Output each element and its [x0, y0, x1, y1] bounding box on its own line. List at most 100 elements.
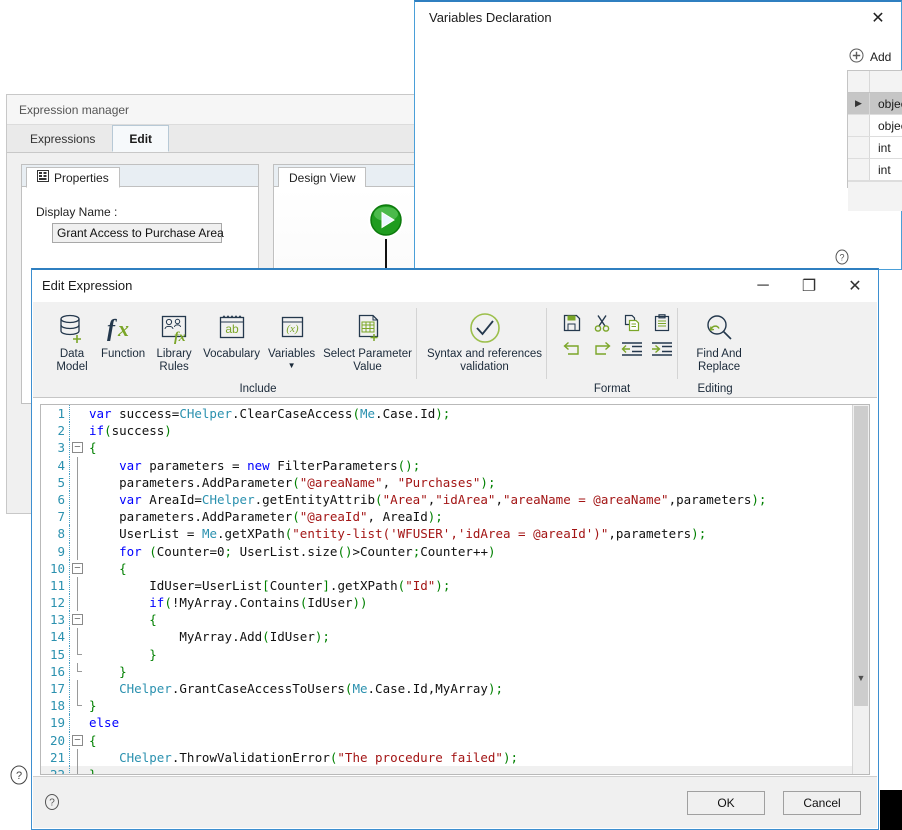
- code-text[interactable]: UserList = Me.getXPath("entity-list('WFU…: [83, 525, 706, 542]
- code-text[interactable]: }: [83, 697, 97, 714]
- code-line[interactable]: 19 else: [41, 714, 852, 732]
- chevron-down-icon[interactable]: ▼: [288, 361, 296, 370]
- code-text[interactable]: CHelper.ThrowValidationError("The proced…: [83, 749, 518, 766]
- table-row[interactable]: int Counter 0: [848, 159, 902, 181]
- code-line[interactable]: 14 MyArray.Add(IdUser);: [41, 628, 852, 646]
- code-text[interactable]: if(!MyArray.Contains(IdUser)): [83, 594, 367, 611]
- cell-type[interactable]: int: [870, 137, 902, 158]
- tab-edit[interactable]: Edit: [112, 125, 170, 152]
- data-model-button[interactable]: Data Model: [47, 308, 97, 374]
- code-line[interactable]: 16 }: [41, 662, 852, 680]
- code-lines[interactable]: 1 var success=CHelper.ClearCaseAccess(Me.…: [41, 405, 852, 774]
- fold-marker[interactable]: –: [69, 559, 83, 577]
- code-text[interactable]: }: [83, 663, 127, 680]
- code-text[interactable]: CHelper.GrantCaseAccessToUsers(Me.Case.I…: [83, 680, 503, 697]
- code-text[interactable]: var AreaId=CHelper.getEntityAttrib("Area…: [83, 491, 766, 508]
- code-line[interactable]: 18}: [41, 697, 852, 715]
- code-line[interactable]: 3–{: [41, 439, 852, 457]
- code-text[interactable]: }: [83, 766, 97, 774]
- table-row[interactable]: ▶ object UserList null: [848, 93, 902, 115]
- display-name-field[interactable]: Grant Access to Purchase Area: [52, 223, 224, 243]
- code-text[interactable]: else: [83, 714, 119, 731]
- code-line[interactable]: 13– {: [41, 611, 852, 629]
- library-rules-button[interactable]: fx Library Rules: [149, 308, 199, 374]
- code-line[interactable]: 17 CHelper.GrantCaseAccessToUsers(Me.Cas…: [41, 680, 852, 698]
- cut-button[interactable]: [593, 314, 611, 337]
- line-number: 18: [49, 698, 65, 714]
- code-text[interactable]: {: [83, 560, 127, 577]
- code-text[interactable]: {: [83, 439, 97, 456]
- fold-marker[interactable]: –: [69, 439, 83, 457]
- code-editor-viewport[interactable]: 1 var success=CHelper.ClearCaseAccess(Me.…: [41, 405, 852, 774]
- code-text[interactable]: }: [83, 646, 157, 663]
- code-line[interactable]: 15 }: [41, 645, 852, 663]
- code-line[interactable]: 4 var parameters = new FilterParameters(…: [41, 456, 852, 474]
- code-text[interactable]: if(success): [83, 422, 172, 439]
- table-row[interactable]: object MyArray new ArrayList(): [848, 115, 902, 137]
- fold-marker[interactable]: –: [69, 731, 83, 749]
- paste-button[interactable]: [653, 313, 671, 337]
- code-line[interactable]: 10– {: [41, 559, 852, 577]
- outdent-button[interactable]: [621, 341, 643, 362]
- code-line[interactable]: 8 UserList = Me.getXPath("entity-list('W…: [41, 525, 852, 543]
- maximize-icon[interactable]: ❐: [786, 270, 832, 302]
- syntax-validation-button[interactable]: Syntax and references validation: [423, 308, 546, 374]
- variables-help-icon[interactable]: ?: [834, 249, 850, 270]
- code-text[interactable]: {: [83, 732, 97, 749]
- copy-button[interactable]: [623, 314, 641, 337]
- code-text[interactable]: parameters.AddParameter("@areaId", AreaI…: [83, 508, 443, 525]
- code-line[interactable]: 1 var success=CHelper.ClearCaseAccess(Me.…: [41, 405, 852, 423]
- chevron-down-icon[interactable]: ▼: [853, 670, 869, 686]
- edit-expression-cancel-button[interactable]: Cancel: [783, 791, 861, 815]
- minimize-icon[interactable]: ─: [740, 270, 786, 302]
- check-circle-icon: [467, 308, 503, 348]
- indent-button[interactable]: [651, 341, 673, 362]
- row-indicator: [848, 115, 870, 136]
- save-button[interactable]: [563, 314, 581, 337]
- expression-manager-help-icon[interactable]: ?: [6, 762, 34, 790]
- tab-properties[interactable]: Properties: [26, 167, 120, 188]
- close-icon[interactable]: ✕: [832, 270, 878, 302]
- cell-type[interactable]: int: [870, 159, 902, 180]
- table-row[interactable]: int IdUser 0: [848, 137, 902, 159]
- code-line[interactable]: 5 parameters.AddParameter("@areaName", "…: [41, 473, 852, 491]
- code-editor[interactable]: 1 var success=CHelper.ClearCaseAccess(Me.…: [40, 404, 870, 775]
- code-text[interactable]: parameters.AddParameter("@areaName", "Pu…: [83, 474, 495, 491]
- tab-expressions[interactable]: Expressions: [13, 125, 112, 152]
- code-line[interactable]: 11 IdUser=UserList[Counter].getXPath("Id…: [41, 576, 852, 595]
- code-line[interactable]: 22}: [41, 765, 852, 774]
- variables-table[interactable]: Type Name Initial value ▶ object UserLis…: [847, 70, 902, 211]
- code-editor-scrollbar[interactable]: ▼: [852, 405, 869, 774]
- cell-type[interactable]: object: [870, 115, 902, 136]
- code-text[interactable]: MyArray.Add(IdUser);: [83, 628, 330, 645]
- scrollbar-thumb[interactable]: [854, 406, 868, 706]
- variables-button[interactable]: (x) Variables ▼: [264, 308, 319, 370]
- edit-expression-help-icon[interactable]: ?: [43, 793, 61, 816]
- code-line[interactable]: 12 if(!MyArray.Contains(IdUser)): [41, 594, 852, 612]
- code-line[interactable]: 6 var AreaId=CHelper.getEntityAttrib("Ar…: [41, 490, 852, 509]
- code-line[interactable]: 21 CHelper.ThrowValidationError("The pro…: [41, 748, 852, 766]
- code-line[interactable]: 20–{: [41, 731, 852, 749]
- code-line[interactable]: 7 parameters.AddParameter("@areaId", Are…: [41, 508, 852, 526]
- undo-button[interactable]: [562, 341, 582, 362]
- find-and-replace-button[interactable]: Find And Replace: [686, 308, 752, 374]
- code-text[interactable]: var parameters = new FilterParameters();: [83, 457, 420, 474]
- add-variable-button[interactable]: Add: [849, 48, 891, 66]
- select-parameter-value-button[interactable]: Select Parameter Value: [319, 308, 416, 374]
- redo-button[interactable]: [592, 341, 612, 362]
- edit-expression-ok-button[interactable]: OK: [687, 791, 765, 815]
- code-line[interactable]: 9 for (Counter=0; UserList.size()>Counte…: [41, 542, 852, 560]
- code-text[interactable]: {: [83, 611, 157, 628]
- function-button[interactable]: f x Function: [97, 308, 149, 361]
- start-node-play-icon[interactable]: [367, 201, 405, 239]
- column-header-type[interactable]: Type: [870, 71, 902, 92]
- cell-type[interactable]: object: [870, 93, 902, 114]
- code-text[interactable]: IdUser=UserList[Counter].getXPath("Id");: [83, 577, 450, 594]
- code-text[interactable]: for (Counter=0; UserList.size()>Counter;…: [83, 543, 495, 560]
- close-icon[interactable]: ✕: [855, 2, 901, 34]
- fold-marker[interactable]: –: [69, 611, 83, 629]
- tab-design-view[interactable]: Design View: [278, 167, 367, 188]
- vocabulary-button[interactable]: ab Vocabulary: [199, 308, 264, 361]
- code-text[interactable]: var success=CHelper.ClearCaseAccess(Me.C…: [83, 405, 450, 422]
- code-line[interactable]: 2 if(success): [41, 422, 852, 440]
